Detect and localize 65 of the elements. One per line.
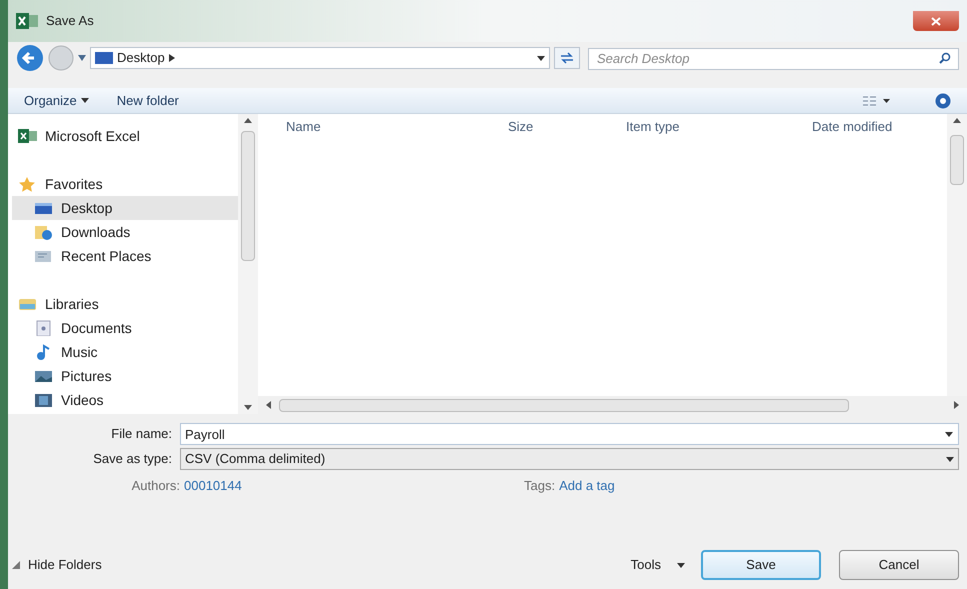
caret-icon [677,562,685,568]
pictures-icon [34,368,53,384]
save-button[interactable]: Save [701,550,821,580]
sidebar-item[interactable]: Microsoft Excel [12,124,238,148]
sidebar-item[interactable]: Libraries [12,292,238,316]
window-title: Save As [46,12,94,30]
column-header[interactable]: Name [258,117,508,137]
new-folder-button[interactable]: New folder [116,90,179,110]
column-header[interactable]: Date modified [812,117,947,137]
spreadsheet-icon [18,128,37,144]
caret-icon[interactable] [945,432,953,437]
address-field[interactable]: Desktop [90,47,550,69]
refresh-button[interactable] [554,47,580,69]
downloads-icon [34,224,53,240]
sidebar-item[interactable]: Downloads [12,220,238,244]
type-dropdown[interactable]: CSV (Comma delimited) [180,448,959,470]
column-header[interactable]: Size [508,117,626,137]
field-label: File name: [110,425,173,444]
desktop-icon [95,52,113,64]
cancel-button[interactable]: Cancel [839,550,959,580]
caret-icon [80,98,89,103]
sidebar-item[interactable]: Recent Places [12,244,238,268]
caret-icon[interactable] [537,56,545,60]
help-icon[interactable] [935,92,951,108]
authors-value[interactable]: 00010144 [184,476,524,496]
star-icon [18,176,37,192]
document-icon [34,320,53,336]
tags-link[interactable]: Add a tag [559,476,615,496]
scroll-up-icon[interactable] [244,118,252,123]
search-field[interactable]: Search Desktop [588,48,959,70]
excel-icon [16,13,38,29]
file-name-field[interactable]: Payroll [180,423,959,445]
collapse-icon [12,561,20,569]
refresh-icon [559,52,575,64]
view-icon[interactable] [863,96,891,106]
hide-folders-button[interactable]: Hide Folders [8,555,102,575]
desktop-icon [34,200,53,216]
column-header[interactable]: Item type [626,117,812,137]
recent-places-icon [34,248,53,264]
tools-button[interactable]: Tools [630,555,685,575]
sidebar-item[interactable]: Documents [12,316,238,340]
close-icon [931,16,941,26]
close-button[interactable] [913,11,959,31]
sidebar-item[interactable]: Desktop [12,196,238,220]
sidebar-item[interactable]: Favorites [12,172,238,196]
scroll-down-icon[interactable] [244,405,252,410]
organize-button[interactable]: Organize [24,90,89,110]
search-icon[interactable] [939,52,951,64]
sidebar-item[interactable]: Pictures [12,364,238,388]
caret-icon [946,456,954,462]
scrollbar-thumb[interactable] [279,398,849,412]
sidebar-item[interactable]: Music [12,340,238,364]
field-label: Authors: [130,477,181,496]
field-label: Save as type: [92,450,173,468]
scrollbar-thumb[interactable] [950,135,964,185]
arrow-icon [168,54,175,62]
folder-icon [18,296,37,312]
scroll-right-icon[interactable] [954,401,959,409]
scroll-up-icon[interactable] [953,118,961,123]
film-icon [34,392,53,408]
field-label: Tags: [524,477,556,496]
scrollbar-thumb[interactable] [241,131,255,261]
sidebar-item[interactable]: Videos [12,388,238,412]
scroll-left-icon[interactable] [266,401,271,409]
back-icon[interactable] [16,44,44,72]
